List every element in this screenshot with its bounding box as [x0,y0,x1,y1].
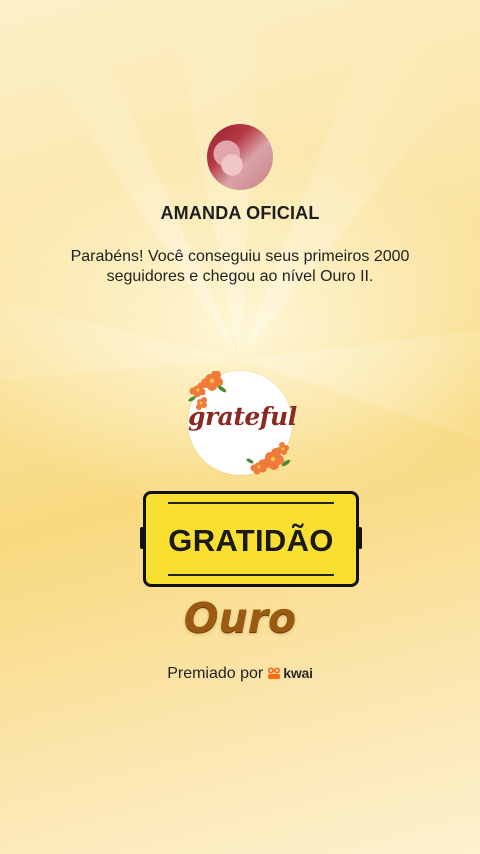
avatar[interactable] [207,124,273,190]
brand-name: kwai [283,665,313,681]
profile-name: AMANDA OFICIAL [160,203,320,223]
banner-tab-right [357,527,362,549]
badge-title: GRATIDÃO [168,523,334,558]
banner-line-bottom [168,574,334,576]
congratulation-message: Parabéns! Você conseguiu seus primeiros … [70,248,410,285]
badge-word: grateful [188,402,297,431]
title-banner: GRATIDÃO [140,491,362,587]
awarded-by-label: Premiado por [167,665,264,682]
awarded-by: Premiado por kwai [0,665,480,683]
kwai-logo-icon [268,667,281,679]
level-label: Ouro [183,594,297,642]
badge-image: grateful [188,371,297,475]
banner-line-top [168,502,334,504]
banner-tab-left [140,527,145,549]
